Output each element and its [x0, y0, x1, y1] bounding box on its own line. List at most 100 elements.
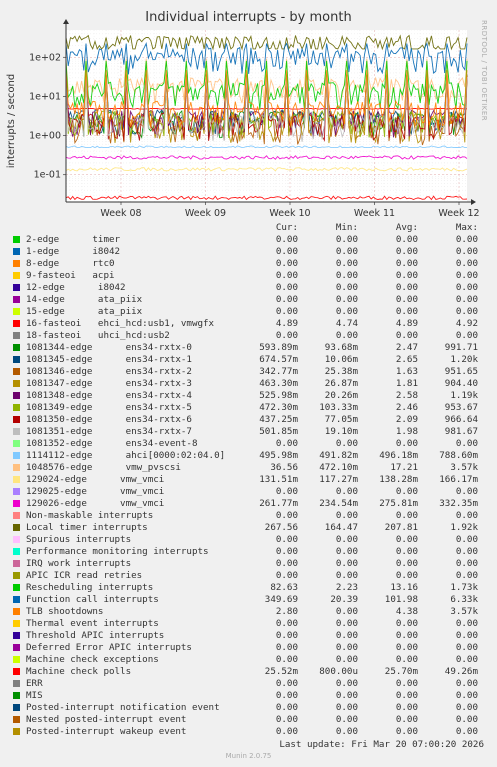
legend-label: 1081348-edge ens34-rxtx-4 [26, 390, 192, 401]
legend-row: TLB shootdowns 2.80 0.00 4.38 3.57k [12, 606, 486, 618]
legend-max: 0.00 [455, 306, 478, 317]
legend-avg: 0.00 [395, 306, 418, 317]
legend-max: 332.35m [439, 498, 478, 509]
legend-cur: 0.00 [275, 570, 298, 581]
legend-row: 1081350-edge ens34-rxtx-6 437.25m 77.05m 2.… [12, 414, 486, 426]
legend-max: 0.00 [455, 534, 478, 545]
legend-cur: 36.56 [270, 462, 298, 473]
legend-row: Posted-interrupt wakeup event 0.00 0.00 0.0… [12, 726, 486, 738]
legend-label: Spurious interrupts [26, 534, 132, 545]
legend-swatch [13, 356, 20, 363]
legend-row: Spurious interrupts 0.00 0.00 0.00 0.00 [12, 534, 486, 546]
legend-label: 16-fasteoi ehci_hcd:usb1, vmwgfx [26, 318, 215, 329]
legend-min: 0.00 [335, 282, 358, 293]
legend-row: Performance monitoring interrupts 0.00 0.0… [12, 546, 486, 558]
legend-label: 1081349-edge ens34-rxtx-5 [26, 402, 192, 413]
legend-max: 0.00 [455, 258, 478, 269]
legend-swatch [13, 368, 20, 375]
legend-min: 0.00 [335, 258, 358, 269]
col-max-header: Max: [455, 222, 478, 233]
legend-swatch [13, 440, 20, 447]
legend-label: APIC ICR read retries [26, 570, 143, 581]
legend-label: TLB shootdowns [26, 606, 104, 617]
legend-avg: 0.00 [395, 618, 418, 629]
legend-min: 0.00 [335, 558, 358, 569]
legend-cur: 82.63 [270, 582, 298, 593]
legend-cur: 472.30m [259, 402, 298, 413]
legend-row: 1081352-edge ens34-event-8 0.00 0.00 0.00 0.… [12, 438, 486, 450]
legend-min: 164.47 [324, 522, 358, 533]
legend-label: Machine check polls [26, 666, 132, 677]
legend-cur: 525.98m [259, 390, 298, 401]
legend-cur: 0.00 [275, 270, 298, 281]
legend-row: Rescheduling interrupts 82.63 2.23 13.16 1.7… [12, 582, 486, 594]
legend-row: Posted-interrupt notification event 0.00 0… [12, 702, 486, 714]
legend-swatch [13, 596, 20, 603]
legend-swatch [13, 476, 20, 483]
legend-cur: 495.98m [259, 450, 298, 461]
legend-swatch [13, 452, 20, 459]
legend-cur: 0.00 [275, 546, 298, 557]
legend-label: 18-fasteoi uhci_hcd:usb2 [26, 330, 170, 341]
legend-min: 0.00 [335, 618, 358, 629]
legend-label: 1081350-edge ens34-rxtx-6 [26, 414, 192, 425]
legend-label: Threshold APIC interrupts [26, 630, 165, 641]
legend-cur: 0.00 [275, 258, 298, 269]
y-axis-arrow [63, 19, 69, 24]
x-axis-arrow [471, 199, 476, 205]
legend-max: 0.00 [455, 726, 478, 737]
legend-row: ERR 0.00 0.00 0.00 0.00 [12, 678, 486, 690]
legend-avg: 0.00 [395, 270, 418, 281]
legend-cur: 0.00 [275, 282, 298, 293]
legend-max: 0.00 [455, 678, 478, 689]
legend-max: 0.00 [455, 330, 478, 341]
legend-label: Rescheduling interrupts [26, 582, 154, 593]
legend-row: Thermal event interrupts 0.00 0.00 0.00 0.00 [12, 618, 486, 630]
legend-min: 0.00 [335, 570, 358, 581]
legend-label: 15-edge ata_piix [26, 306, 143, 317]
legend-label: 2-edge timer [26, 234, 121, 245]
legend-max: 991.71 [444, 342, 478, 353]
legend-min: 0.00 [335, 654, 358, 665]
legend-min: 0.00 [335, 606, 358, 617]
legend-min: 0.00 [335, 690, 358, 701]
y-axis-label: interrupts / second [6, 74, 17, 168]
legend-swatch [13, 488, 20, 495]
legend-avg: 0.00 [395, 486, 418, 497]
legend-min: 0.00 [335, 678, 358, 689]
last-update-text: Last update: Fri Mar 20 07:00:20 2026 [279, 739, 484, 750]
legend-swatch [13, 320, 20, 327]
legend-max: 166.17m [439, 474, 478, 485]
legend-avg: 0.00 [395, 702, 418, 713]
legend-swatch [13, 644, 20, 651]
legend-avg: 0.00 [395, 630, 418, 641]
legend-avg: 13.16 [390, 582, 418, 593]
legend-row: 1048576-edge vmw_pvscsi 36.56 472.10m 17.21… [12, 462, 486, 474]
legend-max: 0.00 [455, 570, 478, 581]
legend-cur: 349.69 [264, 594, 298, 605]
legend-label: Performance monitoring interrupts [26, 546, 209, 557]
legend-cur: 0.00 [275, 654, 298, 665]
legend-swatch [13, 500, 20, 507]
legend-avg: 0.00 [395, 534, 418, 545]
legend-avg: 17.21 [390, 462, 418, 473]
legend-min: 0.00 [335, 306, 358, 317]
legend-cur: 267.56 [264, 522, 298, 533]
legend-row: 129026-edge vmw_vmci 261.77m 234.54m 275.81… [12, 498, 486, 510]
legend-label: 1081352-edge ens34-event-8 [26, 438, 198, 449]
legend-avg: 101.98 [384, 594, 418, 605]
legend-swatch [13, 572, 20, 579]
legend-max: 0.00 [455, 630, 478, 641]
legend-max: 0.00 [455, 654, 478, 665]
legend-swatch [13, 536, 20, 543]
legend-min: 0.00 [335, 234, 358, 245]
x-tick-label: Week 10 [269, 208, 310, 219]
legend-swatch [13, 272, 20, 279]
legend-max: 0.00 [455, 690, 478, 701]
y-tick-label: 1e+00 [29, 131, 61, 142]
legend-label: MIS [26, 690, 43, 701]
legend-avg: 0.00 [395, 726, 418, 737]
legend-cur: 261.77m [259, 498, 298, 509]
legend-swatch [13, 680, 20, 687]
legend-max: 904.40 [444, 378, 478, 389]
